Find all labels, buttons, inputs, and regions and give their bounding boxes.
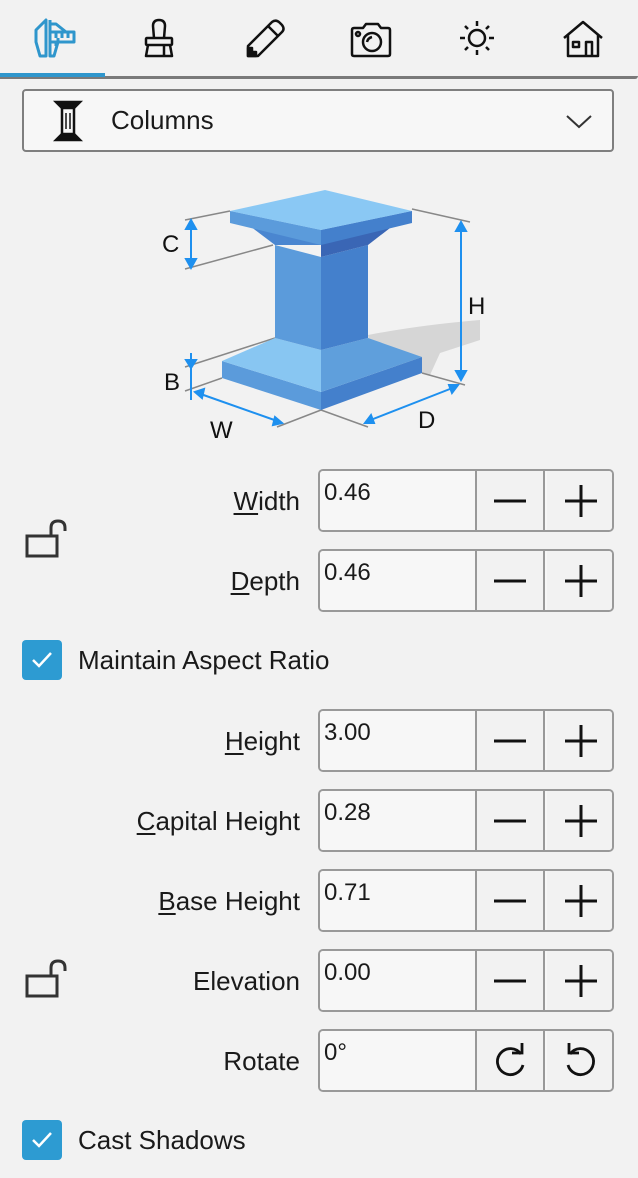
checkbox-box[interactable] [22,1120,62,1160]
tab-dimensions[interactable] [0,0,106,76]
plus-icon [565,724,597,757]
label-w: W [210,417,233,444]
height-decrement-button[interactable] [477,711,545,770]
capital-height-label: Capital Height [136,806,300,836]
height-increment-button[interactable] [547,711,612,770]
elevation-increment-button[interactable] [547,951,612,1010]
checkbox-box[interactable] [22,640,62,680]
capital-height-input[interactable]: 0.28 [320,791,477,850]
rotate-counterclockwise-icon [566,1042,595,1076]
tab-bar [0,0,638,79]
minus-icon [494,579,526,582]
base-height-increment-button[interactable] [547,871,612,930]
active-tab-indicator [0,73,105,77]
width-decrement-button[interactable] [477,471,545,530]
label-d: D [418,407,435,434]
rotate-counterclockwise-button[interactable] [547,1031,612,1090]
minus-icon [494,739,526,742]
label-c: C [162,231,179,258]
plus-icon [565,964,597,997]
elevation-label: Elevation [193,966,300,996]
maintain-aspect-ratio-checkbox[interactable]: Maintain Aspect Ratio [22,640,329,680]
plus-icon [565,564,597,597]
rotate-label: Rotate [223,1046,300,1076]
minus-icon [494,899,526,902]
rotate-input[interactable]: 0° [320,1031,477,1090]
checkmark-icon [32,652,52,668]
tab-edit[interactable] [212,0,318,76]
label-h: H [468,293,485,320]
width-spinner: 0.46 [318,469,614,532]
minus-icon [494,819,526,822]
shaft-left [275,245,321,350]
width-input[interactable]: 0.46 [320,471,477,530]
sun-icon [460,21,494,55]
plus-icon [565,804,597,837]
depth-input[interactable]: 0.46 [320,551,477,610]
depth-decrement-button[interactable] [477,551,545,610]
minus-icon [494,499,526,502]
object-type-label: Columns [111,105,214,135]
tab-lighting[interactable] [424,0,530,76]
brush-icon [144,18,174,58]
chevron-down-icon [566,115,592,129]
maintain-aspect-ratio-label: Maintain Aspect Ratio [78,644,330,675]
width-increment-button[interactable] [547,471,612,530]
pencil-icon [246,19,285,58]
base-height-spinner: 0.71 [318,869,614,932]
cast-shadows-label: Cast Shadows [78,1124,246,1155]
plus-icon [565,884,597,917]
elevation-spinner: 0.00 [318,949,614,1012]
elevation-decrement-button[interactable] [477,951,545,1010]
height-label: Height [224,726,300,756]
width-label: Width [233,486,300,516]
base-height-input[interactable]: 0.71 [320,871,477,930]
tab-camera[interactable] [318,0,424,76]
shaft-right [321,245,368,350]
base-height-label: Base Height [158,886,300,916]
caliper-icon [34,18,76,58]
label-b: B [164,369,180,396]
cast-shadows-checkbox[interactable]: Cast Shadows [22,1120,246,1160]
rotate-spinner: 0° [318,1029,614,1092]
capital-height-spinner: 0.28 [318,789,614,852]
height-input[interactable]: 3.00 [320,711,477,770]
column-dimension-diagram: C H B W D [162,190,485,444]
elevation-lock-icon[interactable] [22,958,72,1000]
tab-style[interactable] [106,0,212,76]
base-height-decrement-button[interactable] [477,871,545,930]
height-spinner: 3.00 [318,709,614,772]
minus-icon [494,979,526,982]
column-icon [52,100,84,142]
plus-icon [565,484,597,517]
object-type-dropdown[interactable]: Columns [22,89,614,152]
depth-increment-button[interactable] [547,551,612,610]
aspect-lock-icon[interactable] [22,518,72,560]
tab-house[interactable] [530,0,636,76]
capital-height-decrement-button[interactable] [477,791,545,850]
depth-label: Depth [230,566,300,596]
capital-height-increment-button[interactable] [547,791,612,850]
rotate-clockwise-button[interactable] [477,1031,545,1090]
house-icon [563,20,603,58]
elevation-input[interactable]: 0.00 [320,951,477,1010]
checkmark-icon [32,1132,52,1148]
depth-spinner: 0.46 [318,549,614,612]
rotate-clockwise-icon [496,1042,525,1076]
camera-icon [350,22,392,58]
